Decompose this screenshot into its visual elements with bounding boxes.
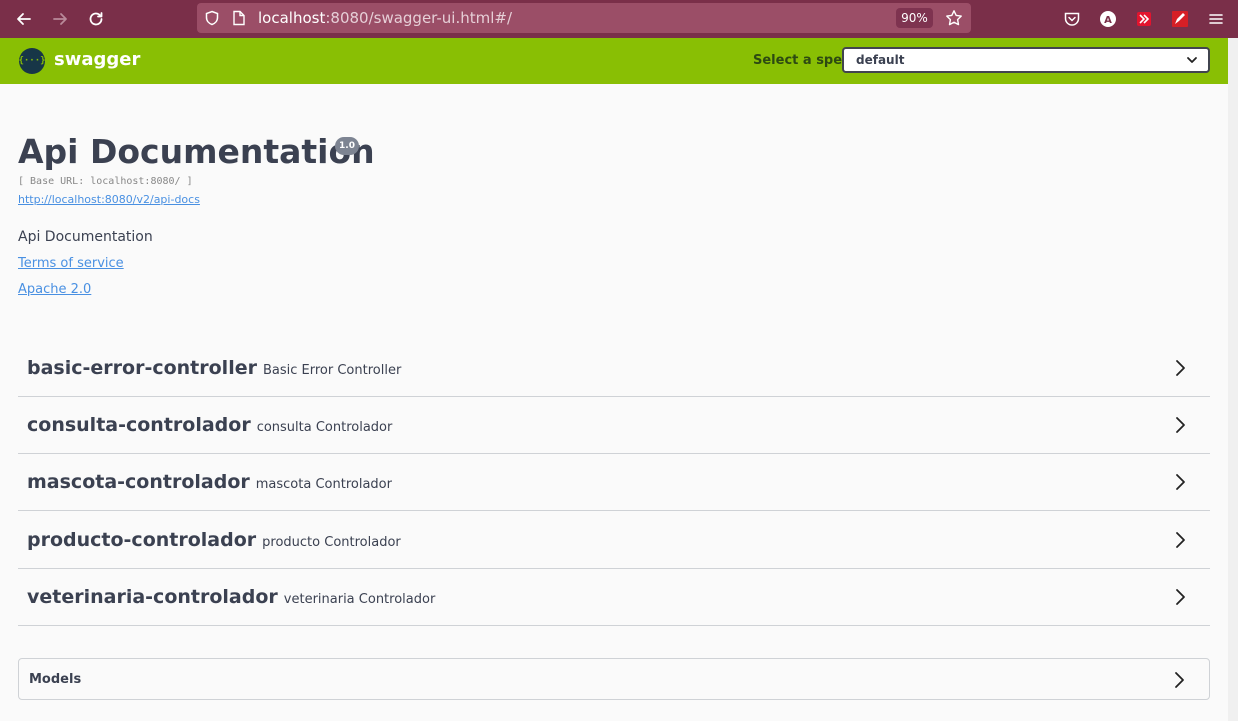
tag-section[interactable]: producto-controlador producto Controlador <box>18 512 1210 569</box>
license-link[interactable]: Apache 2.0 <box>18 282 91 297</box>
star-icon[interactable] <box>943 7 965 29</box>
browser-toolbar: localhost:8080/swagger-ui.html#/ 90% A <box>0 0 1238 38</box>
chevron-down-icon <box>1184 52 1200 68</box>
tag-name: mascota-controlador <box>27 471 250 493</box>
tag-name: producto-controlador <box>27 529 257 551</box>
url-path: :8080/swagger-ui.html#/ <box>325 9 513 27</box>
back-arrow-icon[interactable] <box>13 8 35 30</box>
swagger-logo-icon[interactable]: {···} <box>18 48 46 74</box>
swagger-logo-text[interactable]: swagger <box>54 49 140 70</box>
scrollbar[interactable] <box>1228 38 1238 721</box>
url-text[interactable]: localhost:8080/swagger-ui.html#/ <box>258 9 512 27</box>
pocket-icon[interactable] <box>1061 8 1083 30</box>
tag-section[interactable]: consulta-controlador consulta Controlador <box>18 397 1210 454</box>
tag-name: basic-error-controller <box>27 357 257 379</box>
menu-icon[interactable] <box>1205 8 1227 30</box>
models-section[interactable]: Models <box>18 658 1210 700</box>
tag-section[interactable]: basic-error-controller Basic Error Contro… <box>18 340 1210 397</box>
chevron-right-icon <box>1172 415 1188 435</box>
page-icon <box>228 7 250 29</box>
reload-icon[interactable] <box>85 8 107 30</box>
tag-name: veterinaria-controlador <box>27 586 278 608</box>
url-host: localhost <box>258 9 326 27</box>
forward-arrow-icon[interactable] <box>49 8 71 30</box>
extension-pen-icon[interactable] <box>1169 8 1191 30</box>
chevron-right-icon <box>1172 358 1188 378</box>
shield-icon[interactable] <box>201 7 223 29</box>
tag-section[interactable]: mascota-controlador mascota Controlador <box>18 454 1210 511</box>
url-bar[interactable]: localhost:8080/swagger-ui.html#/ 90% <box>197 3 971 33</box>
tag-description: producto Controlador <box>262 535 401 550</box>
tag-description: veterinaria Controlador <box>283 592 436 607</box>
account-icon[interactable]: A <box>1097 8 1119 30</box>
chevron-right-icon <box>1172 530 1188 550</box>
svg-text:A: A <box>1104 15 1112 26</box>
chevron-right-icon <box>1171 670 1187 690</box>
extension-red-icon[interactable] <box>1133 8 1155 30</box>
spec-label: Select a spec <box>753 53 850 68</box>
page-title: Api Documentation <box>18 132 375 171</box>
version-badge: 1.0 <box>335 137 359 155</box>
chevron-right-icon <box>1172 587 1188 607</box>
zoom-badge[interactable]: 90% <box>896 8 933 28</box>
tag-description: consulta Controlador <box>256 420 393 435</box>
tag-description: Basic Error Controller <box>262 363 402 378</box>
models-label: Models <box>29 672 82 687</box>
tag-name: consulta-controlador <box>27 414 251 436</box>
chevron-right-icon <box>1172 472 1188 492</box>
api-description: Api Documentation <box>18 229 153 245</box>
base-url: [ Base URL: localhost:8080/ ] <box>18 176 193 187</box>
api-docs-link[interactable]: http://localhost:8080/v2/api-docs <box>18 193 200 206</box>
spec-select[interactable]: default <box>842 47 1210 73</box>
tag-section[interactable]: veterinaria-controlador veterinaria Contr… <box>18 569 1210 626</box>
tag-description: mascota Controlador <box>255 477 392 492</box>
swagger-topbar: {···} swagger Select a spec default <box>0 38 1228 84</box>
spec-select-value: default <box>856 53 905 67</box>
terms-of-service-link[interactable]: Terms of service <box>18 256 124 271</box>
